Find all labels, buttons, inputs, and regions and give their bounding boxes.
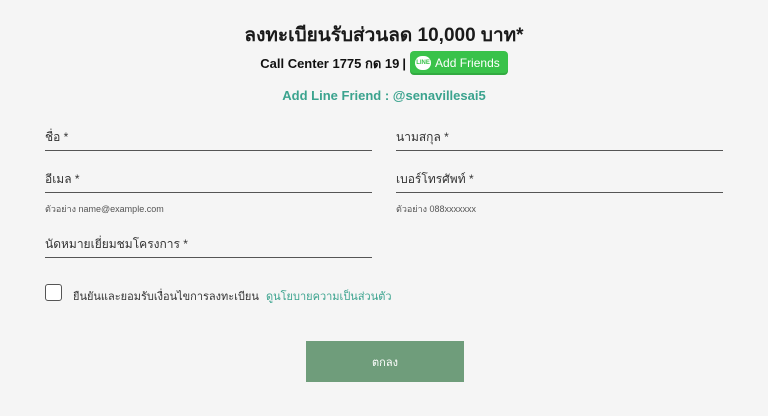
consent-text: ยืนยันและยอมรับเงื่อนไขการลงทะเบียน: [73, 291, 259, 303]
submit-button[interactable]: ตกลง: [306, 341, 464, 382]
consent-row: ยืนยันและยอมรับเงื่อนไขการลงทะเบียน ดูนโ…: [73, 287, 392, 305]
last-name-field[interactable]: นามสกุล *: [396, 128, 723, 151]
call-center-text: Call Center 1775 กด 19: [260, 55, 400, 71]
phone-hint: ตัวอย่าง 088xxxxxxx: [396, 204, 477, 214]
line-logo-icon: LINE: [415, 56, 432, 70]
phone-field[interactable]: เบอร์โทรศัพท์ *: [396, 170, 723, 193]
consent-checkbox[interactable]: [45, 284, 62, 301]
line-button-label: Add Friends: [435, 56, 500, 70]
call-center-row: Call Center 1775 กด 19 | LINE Add Friend…: [0, 51, 768, 75]
appointment-label: นัดหมายเยี่ยมชมโครงการ *: [45, 237, 188, 251]
email-hint: ตัวอย่าง name@example.com: [45, 204, 164, 214]
first-name-field[interactable]: ชื่อ *: [45, 128, 372, 151]
appointment-select[interactable]: นัดหมายเยี่ยมชมโครงการ *: [45, 235, 372, 258]
line-add-friends-button[interactable]: LINE Add Friends: [410, 51, 508, 75]
last-name-label: นามสกุล *: [396, 130, 449, 144]
phone-label: เบอร์โทรศัพท์ *: [396, 172, 474, 186]
first-name-label: ชื่อ *: [45, 130, 69, 144]
email-label: อีเมล *: [45, 172, 80, 186]
email-field[interactable]: อีเมล *: [45, 170, 372, 193]
add-line-friend-link[interactable]: Add Line Friend : @senavillesai5: [0, 88, 768, 103]
separator: |: [402, 55, 407, 71]
page-title: ลงทะเบียนรับส่วนลด 10,000 บาท*: [244, 25, 524, 46]
privacy-policy-link[interactable]: ดูนโยบายความเป็นส่วนตัว: [266, 291, 392, 303]
